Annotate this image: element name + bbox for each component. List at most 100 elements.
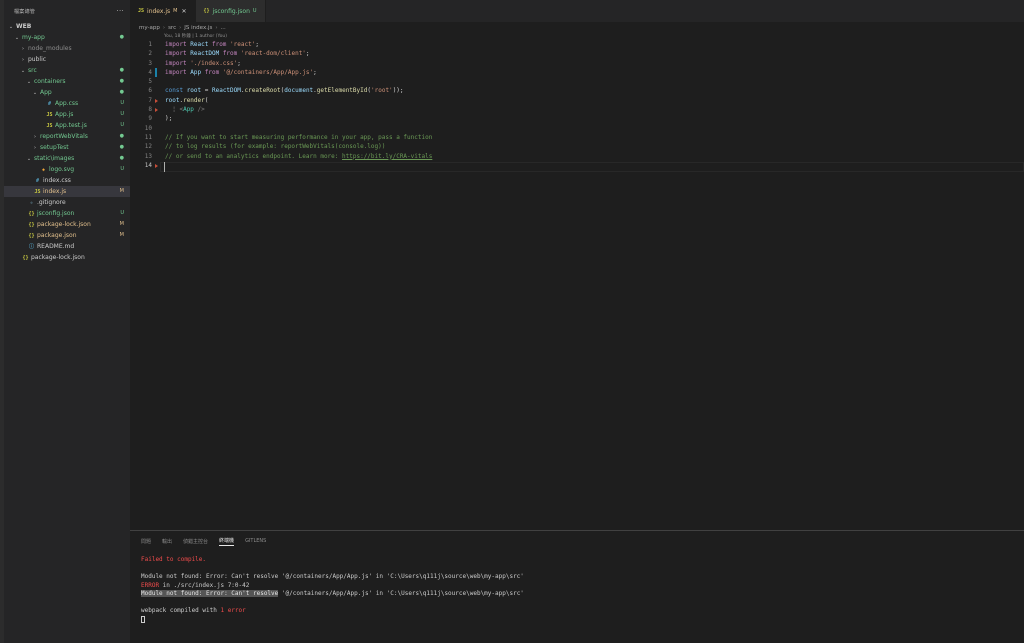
chevron-down-icon: ⌄ <box>32 89 38 96</box>
git-deleted-marker[interactable] <box>155 163 158 168</box>
tree-item-label: my-app <box>22 34 45 41</box>
breadcrumb-item[interactable]: my-app <box>139 25 160 31</box>
git-blame-lens[interactable]: You, 18 秒鐘 | 1 author (You) <box>164 33 227 39</box>
tree-item-label: static\images <box>34 155 75 162</box>
chevron-right-icon: › <box>22 56 24 63</box>
code-token: root <box>186 87 202 95</box>
panel-tab[interactable]: 問題 <box>141 538 151 545</box>
tree-item[interactable]: {} package.json M <box>4 230 130 241</box>
code-view[interactable]: 1 import React from 'react'; 2 import React… <box>130 40 1024 170</box>
code-token: ; <box>237 59 241 67</box>
git-deleted-marker[interactable] <box>155 108 158 113</box>
code-line[interactable]: 11 // If you want to start measuring perf… <box>130 133 1024 142</box>
panel-tab[interactable]: 終端機 <box>219 537 235 546</box>
code-line[interactable]: 10 <box>130 124 1024 133</box>
code-line[interactable]: 13 // or send to an analytics endpoint. L… <box>130 152 1024 161</box>
code-line[interactable]: 4 import App from '@/containers/App/App.j… <box>130 67 1024 78</box>
more-actions-icon[interactable]: ··· <box>116 7 124 15</box>
code-line[interactable]: 1 import React from 'react'; <box>130 40 1024 49</box>
tree-item-label: App.css <box>55 100 79 107</box>
chevron-right-icon: › <box>34 133 36 140</box>
chevron-right-icon: › <box>162 25 166 31</box>
git-status-badge: ● <box>119 67 124 73</box>
file-type-icon: {} <box>28 232 35 239</box>
code-token: import <box>165 50 191 58</box>
breadcrumb-item[interactable]: src <box>168 25 176 31</box>
editor-tab[interactable]: {} jsconfig.json U <box>195 0 266 22</box>
code-line[interactable]: 6 const root = ReactDOM.createRoot(docume… <box>130 86 1024 95</box>
tree-item[interactable]: ⌄ WEB <box>4 21 130 32</box>
code-text: // If you want to start measuring perfor… <box>165 133 432 142</box>
panel-tab[interactable]: GITLENS <box>245 538 266 544</box>
code-text: root.render( <box>165 96 208 105</box>
file-type-icon: ◆ <box>29 199 33 206</box>
close-icon[interactable]: ✕ <box>181 8 186 15</box>
editor-tab[interactable]: JS index.js M ✕ <box>130 0 196 22</box>
tree-item[interactable]: ◈ logo.svg U <box>4 164 130 175</box>
chevron-right-icon: › <box>34 144 36 151</box>
file-type-icon: JS <box>46 122 53 129</box>
line-number: 7 <box>148 96 152 104</box>
code-token: 'root' <box>371 87 393 95</box>
git-modified-marker[interactable] <box>155 67 157 78</box>
code-token: // If you want to start measuring perfor… <box>165 133 433 141</box>
tree-item[interactable]: ⌄ containers ● <box>4 76 130 87</box>
git-status-badge: U <box>120 111 124 117</box>
code-token: ); <box>165 115 173 123</box>
code-line[interactable]: 7 root.render( <box>130 96 1024 105</box>
terminal-text: ERROR <box>141 581 160 589</box>
file-type-icon: {} <box>28 210 35 217</box>
code-line[interactable]: 3 import './index.css'; <box>130 59 1024 68</box>
tree-item-label: index.js <box>43 188 67 195</box>
tree-item[interactable]: › reportWebVitals ● <box>4 131 130 142</box>
tree-item-label: public <box>28 56 47 63</box>
tree-item[interactable]: ⌄ src ● <box>4 65 130 76</box>
tree-item[interactable]: JS App.test.js U <box>4 120 130 131</box>
tree-item[interactable]: {} jsconfig.json U <box>4 208 130 219</box>
tree-item[interactable]: ⌄ my-app ● <box>4 32 130 43</box>
code-token: from <box>201 68 223 76</box>
tree-item[interactable]: {} package-lock.json M <box>4 219 130 230</box>
terminal-prompt[interactable] <box>141 615 524 625</box>
code-token: render <box>183 96 205 104</box>
tree-item[interactable]: › public <box>4 54 130 65</box>
code-line[interactable]: 8 ¦ <App /> <box>130 105 1024 114</box>
tree-item[interactable]: # index.css <box>4 175 130 186</box>
git-deleted-marker[interactable] <box>155 98 158 103</box>
line-number: 14 <box>144 161 152 169</box>
code-token: /> <box>193 106 205 114</box>
code-line[interactable]: 12 // to log results (for example: report… <box>130 142 1024 151</box>
terminal-output[interactable]: Failed to compile. Module not found: Err… <box>141 556 524 624</box>
tree-item[interactable]: ⓘ README.md <box>4 241 130 252</box>
tree-item[interactable]: ⌄ static\images ● <box>4 153 130 164</box>
code-text: import './index.css'; <box>165 59 241 68</box>
breadcrumb-item[interactable]: JS index.js <box>184 25 212 31</box>
code-line[interactable]: 5 <box>130 77 1024 86</box>
panel-tab[interactable]: 輸出 <box>162 538 172 545</box>
editor-area: JS index.js M ✕{} jsconfig.json U my-app › src ›… <box>130 0 1024 530</box>
tree-item[interactable]: # App.css U <box>4 98 130 109</box>
tab-status: M <box>173 8 178 14</box>
line-number: 2 <box>148 50 152 58</box>
tree-item[interactable]: › node_modules <box>4 43 130 54</box>
tree-item[interactable]: ⌄ App ● <box>4 87 130 98</box>
breadcrumb-item[interactable]: ... <box>221 25 226 31</box>
line-number: 12 <box>144 143 152 151</box>
code-line[interactable]: 9); <box>130 114 1024 123</box>
tree-item[interactable]: {} package-lock.json <box>4 252 130 263</box>
tab-status: U <box>252 8 257 14</box>
code-text: ); <box>165 114 172 123</box>
tab-label: index.js <box>147 7 171 15</box>
tree-item-label: App.test.js <box>55 122 87 129</box>
chevron-down-icon: ⌄ <box>26 155 32 162</box>
tree-item[interactable]: › setupTest ● <box>4 142 130 153</box>
tree-item[interactable]: JS index.js M <box>4 186 130 197</box>
tree-item[interactable]: JS App.js U <box>4 109 130 120</box>
code-line[interactable]: 2 import ReactDOM from 'react-dom/client'… <box>130 49 1024 58</box>
panel-tab[interactable]: 偵錯主控台 <box>183 538 208 545</box>
tree-item[interactable]: ◆ .gitignore <box>4 197 130 208</box>
line-number: 3 <box>148 59 152 67</box>
code-token: // or send to an analytics endpoint. Lea… <box>165 152 343 160</box>
terminal-line: Module not found: Error: Can't resolve '… <box>141 573 524 582</box>
tree-item-label: WEB <box>16 23 32 30</box>
